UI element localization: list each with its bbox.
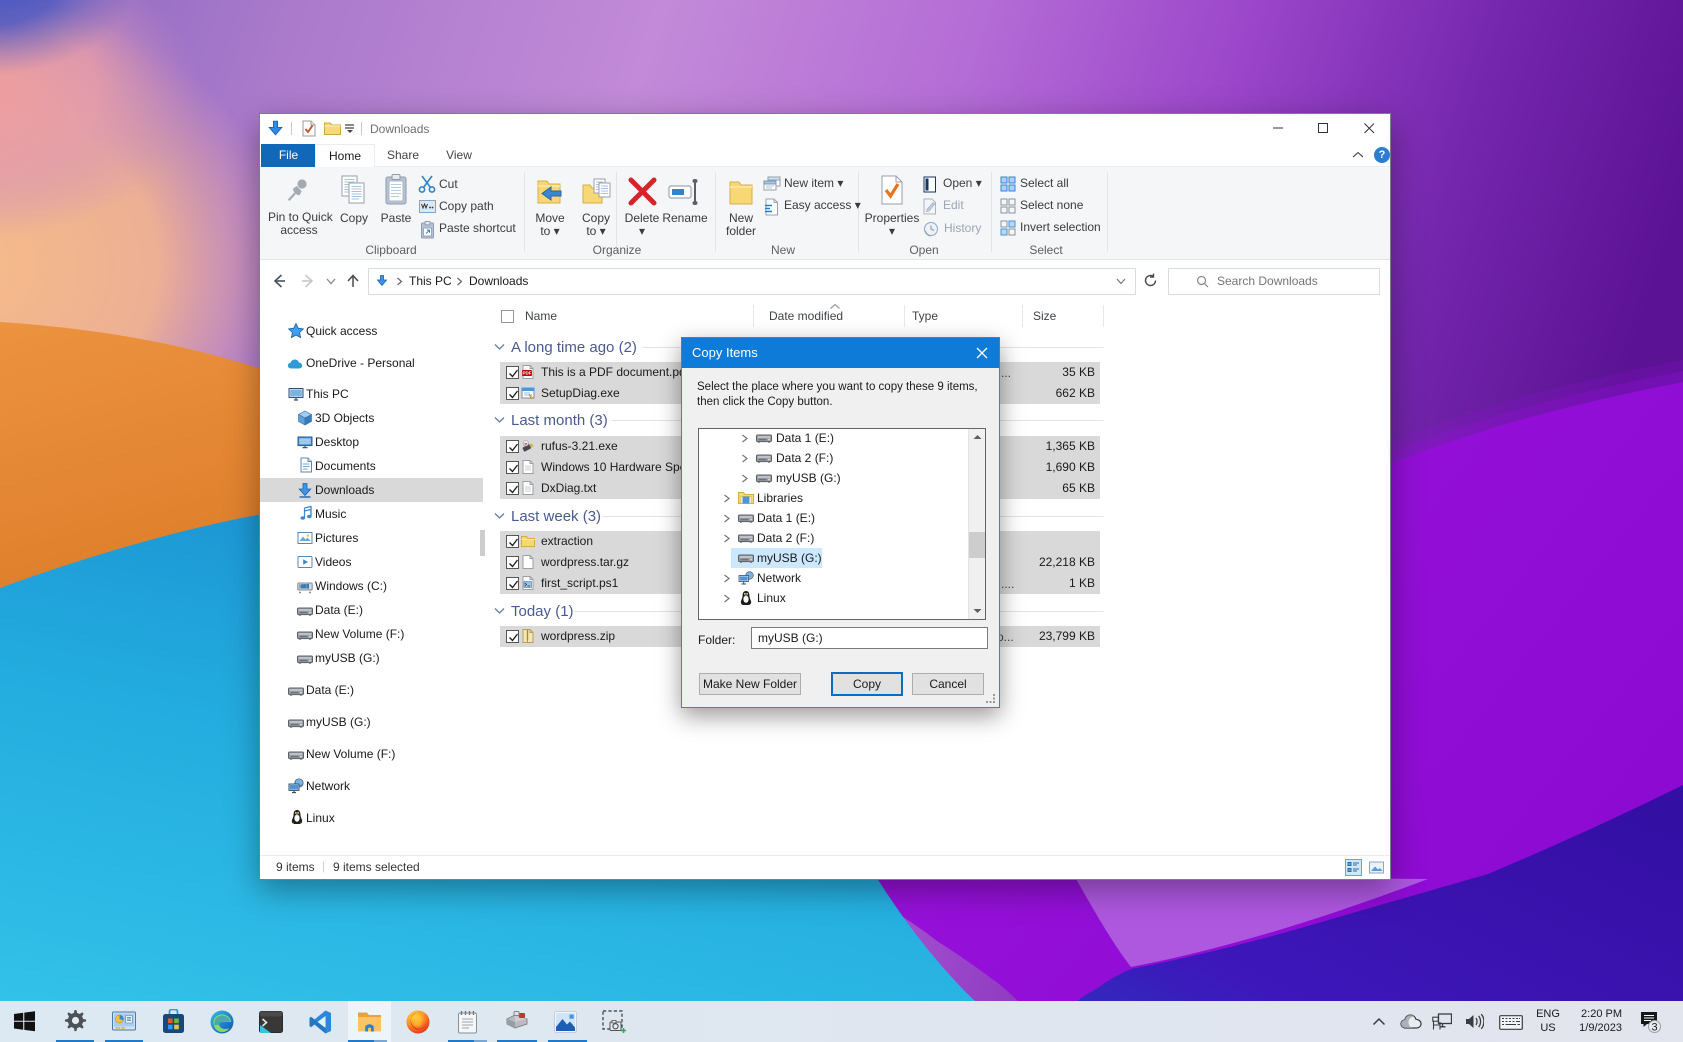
svg-text:PDF: PDF <box>523 371 532 376</box>
svg-text:3: 3 <box>1651 1022 1657 1034</box>
